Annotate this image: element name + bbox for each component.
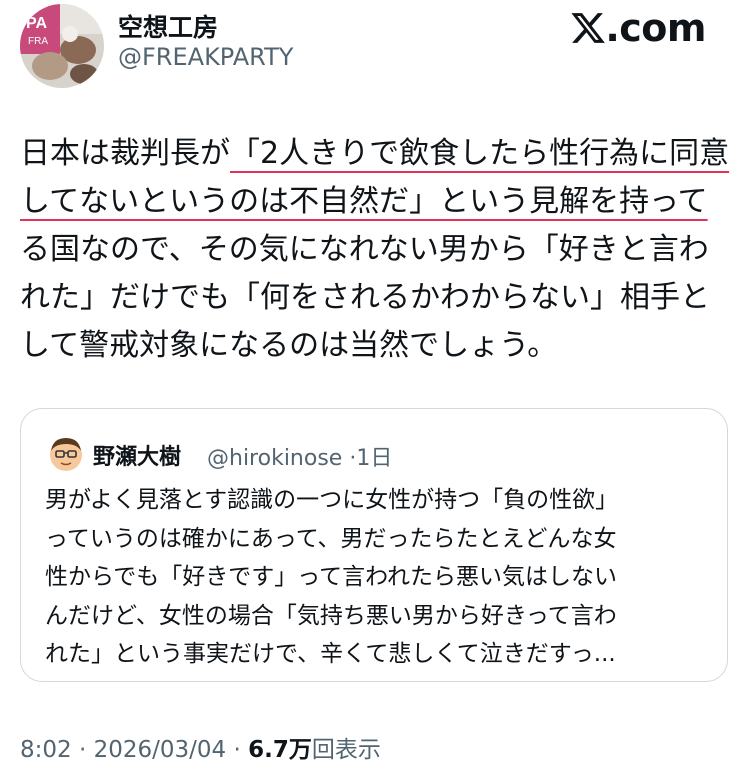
quote-author-avatar[interactable]	[47, 435, 85, 473]
tweet-line-text: る国なので、その気になれない男から「好きと言わ	[20, 232, 709, 267]
author-handle[interactable]: @FREAKPARTY	[118, 43, 293, 71]
quote-text: 男がよく見落とす認識の一つに女性が持つ「負の性欲」 っていうのは確かにあって、男…	[45, 481, 710, 674]
quote-line: っていうのは確かにあって、男だったらたとえどんな女	[45, 525, 617, 552]
tweet-line: してないというのは不自然だ」という見解を持って	[20, 178, 732, 226]
person-emoji-icon	[50, 438, 82, 471]
svg-text:PA: PA	[26, 15, 47, 32]
quote-line: れた」という事実だけで、辛くて悲しくて泣きだすっ...	[45, 641, 616, 667]
quote-line: んだけど、女性の場合「気持ち悪い男から好きって言わ	[45, 602, 617, 629]
x-brand-logo: .com	[571, 6, 706, 54]
author-avatar[interactable]: PA FRA	[20, 4, 104, 88]
quote-meta: @hirokinose ·1日	[207, 440, 392, 472]
view-count: 6.7万	[248, 737, 312, 763]
footer-separator: ·	[78, 737, 87, 763]
tweet-line: れた」だけでも「何をされるかわからない」相手と	[20, 274, 732, 322]
x-icon	[571, 10, 606, 54]
quote-line: 男がよく見落とす認識の一つに女性が持つ「負の性欲」	[45, 487, 619, 513]
tweet-line: して警戒対象になるのは当然でしょう。	[20, 322, 732, 370]
brand-domain: .com	[605, 6, 706, 50]
post-time[interactable]: 8:02	[20, 737, 72, 763]
quote-tweet-card[interactable]: 野瀬大樹 @hirokinose ·1日 男がよく見落とす認識の一つに女性が持つ…	[20, 408, 728, 682]
author-display-name[interactable]: 空想工房	[118, 8, 218, 44]
tweet-line-text: れた」だけでも「何をされるかわからない」相手と	[20, 280, 710, 315]
quote-author-name[interactable]: 野瀬大樹	[93, 439, 181, 471]
avatar-image: PA FRA	[20, 4, 104, 88]
underlined-text: してないというのは不自然だ」という見解を持って	[20, 184, 708, 219]
tweet-line-text: して警戒対象になるのは当然でしょう。	[20, 328, 558, 363]
footer-separator: ·	[233, 737, 241, 763]
quote-author-handle[interactable]: @hirokinose	[207, 446, 342, 471]
underlined-text: 「2人きりで飲食したら性行為に同意	[230, 136, 730, 171]
quote-time[interactable]: 1日	[356, 446, 392, 471]
tweet-line-text: 日本は裁判長が	[20, 136, 230, 171]
tweet-footer: 8:02 · 2026/03/04 · 6.7万回表示	[20, 730, 381, 764]
tweet-line: る国なので、その気になれない男から「好きと言わ	[20, 226, 732, 274]
views-label: 回表示	[311, 737, 381, 763]
svg-text:FRA: FRA	[28, 36, 48, 47]
tweet-line: 日本は裁判長が「2人きりで飲食したら性行為に同意	[20, 130, 732, 178]
post-date[interactable]: 2026/03/04	[94, 737, 227, 763]
tweet-text: 日本は裁判長が「2人きりで飲食したら性行為に同意 してないというのは不自然だ」と…	[20, 130, 732, 370]
quote-line: 性からでも「好きです」って言われたら悪い気はしない	[45, 564, 618, 590]
